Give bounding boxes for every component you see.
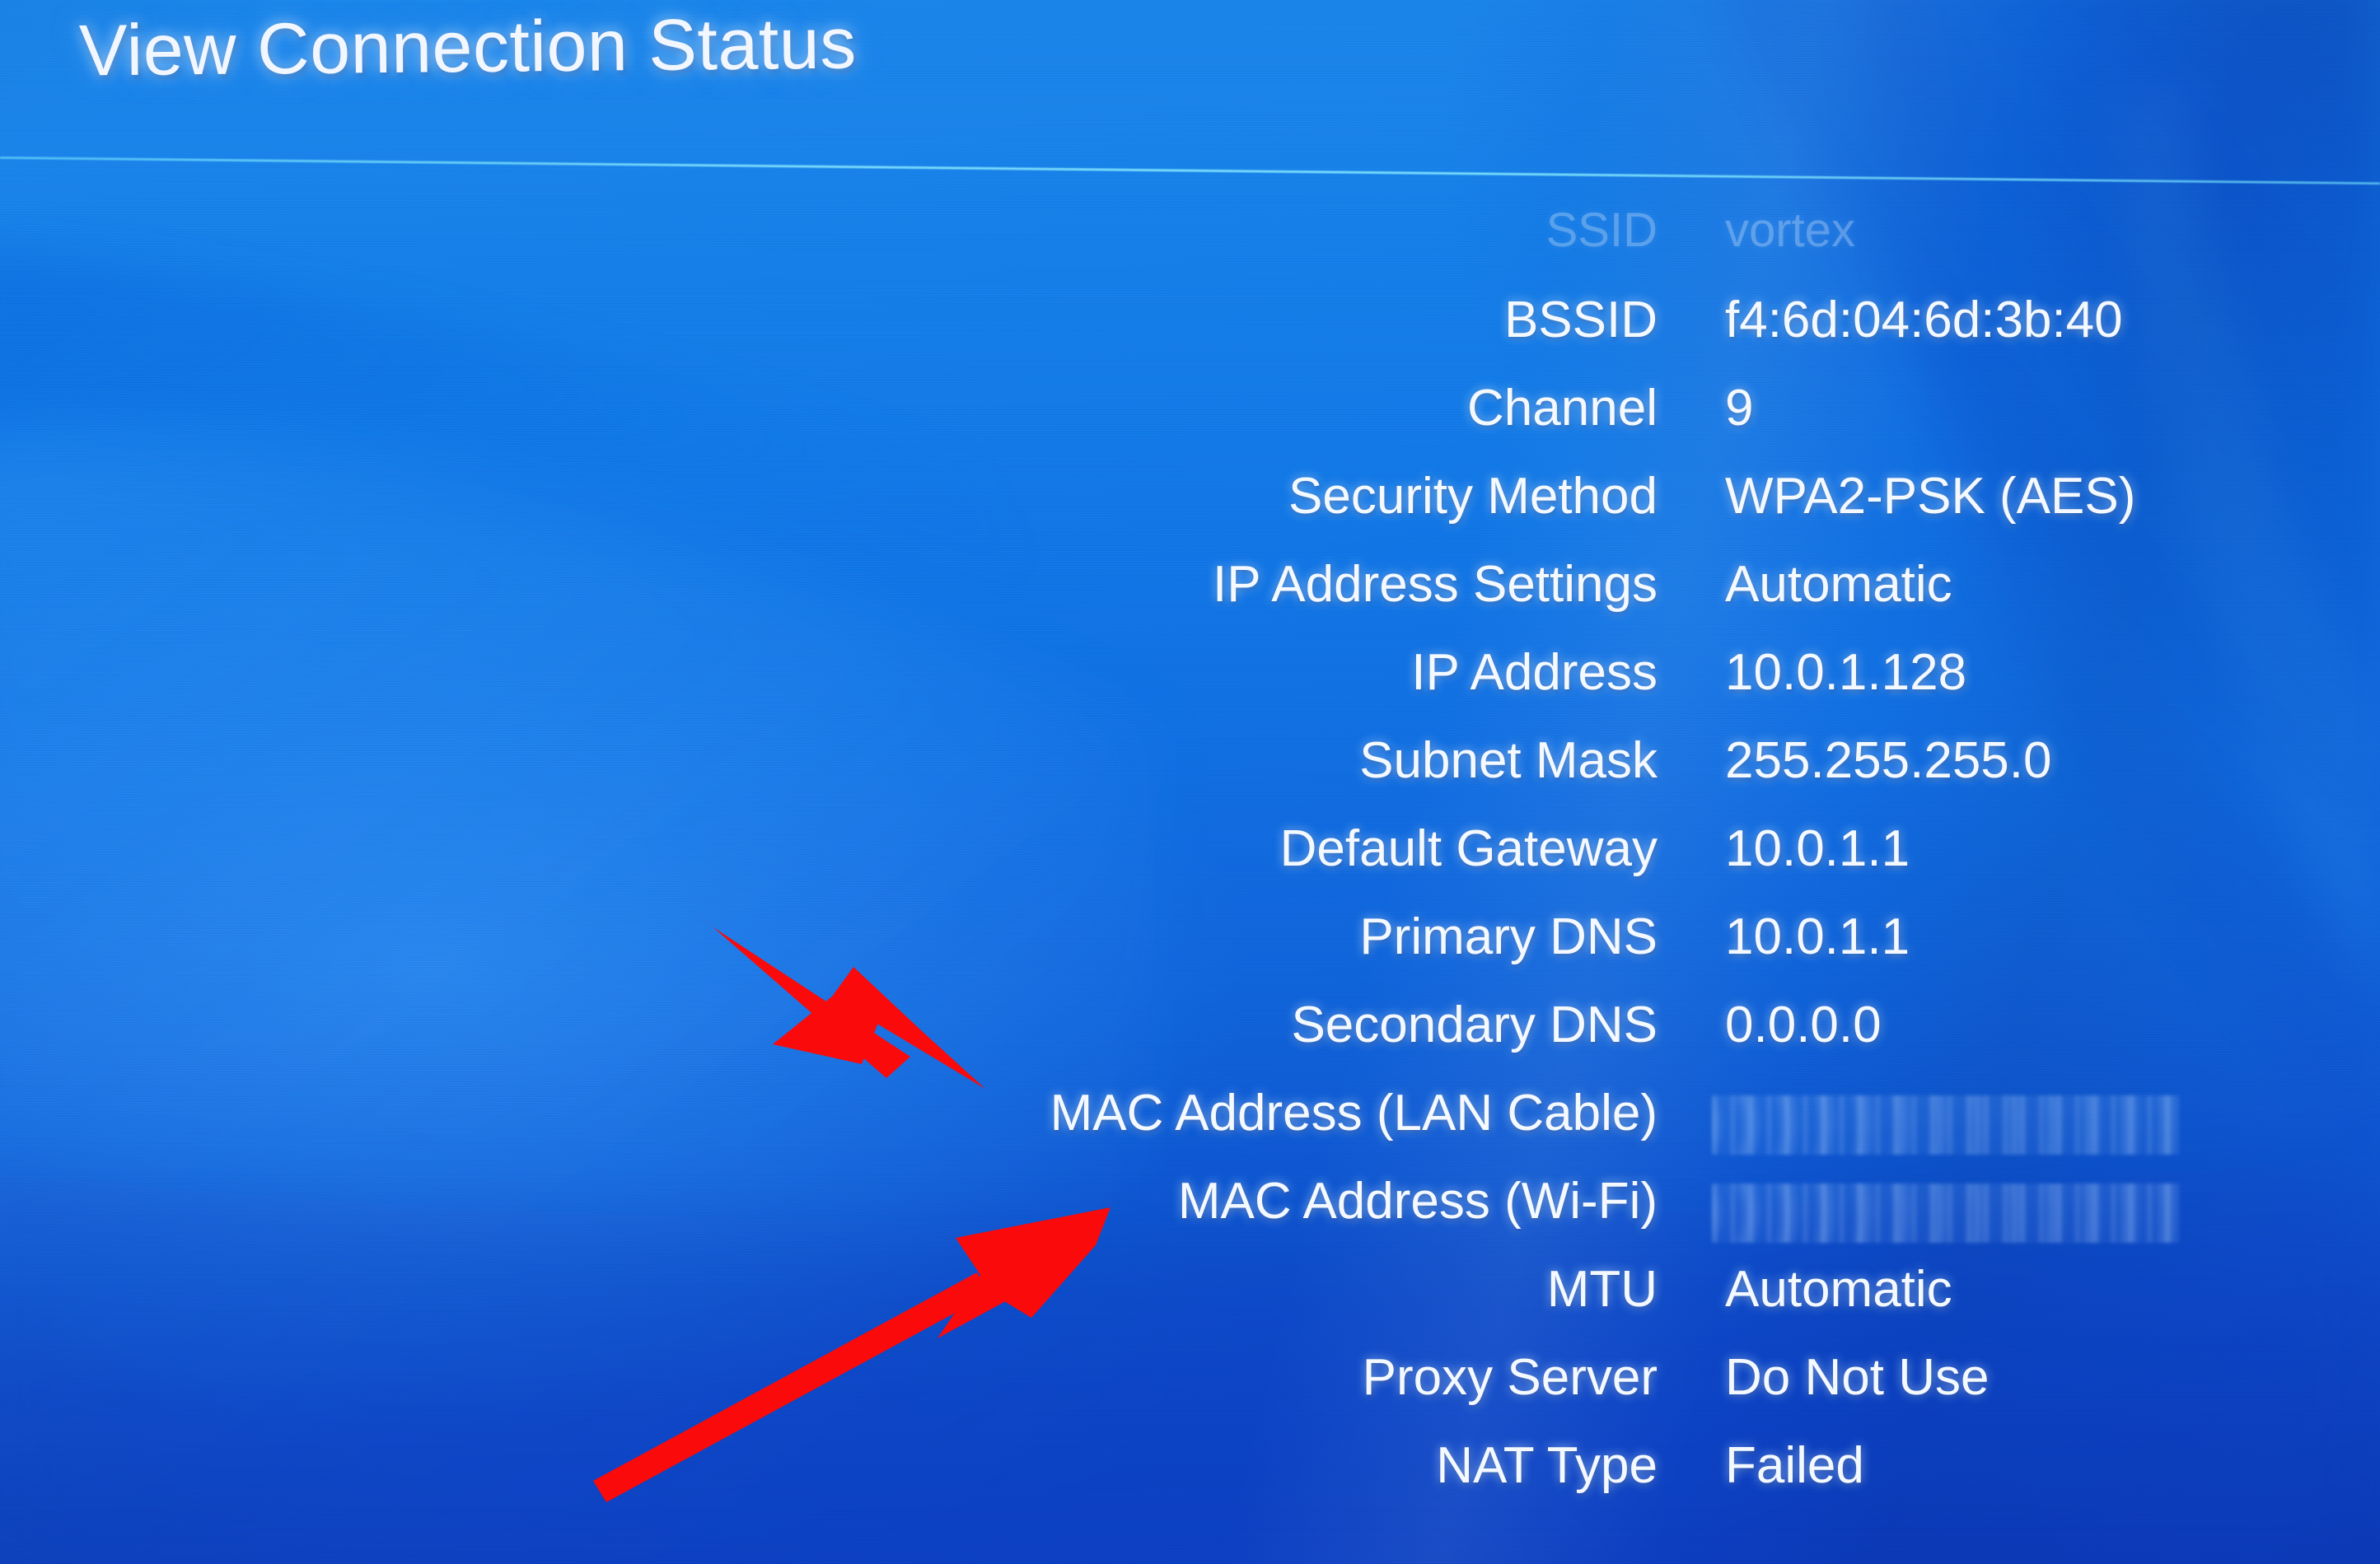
info-row-value: 10.0.1.1 — [1725, 820, 1910, 877]
info-row-label: Channel — [1467, 380, 1658, 437]
info-row: Subnet Mask 255.255.255.0 — [0, 731, 2380, 819]
info-row: Secondary DNS 0.0.0.0 — [0, 996, 2380, 1084]
info-row: Channel 9 — [0, 379, 2380, 467]
info-row-value: 255.255.255.0 — [1725, 732, 2052, 789]
info-row-value: f4:6d:04:6d:3b:40 — [1725, 292, 2123, 348]
info-row-value: WPA2-PSK (AES) — [1725, 468, 2136, 525]
page-title: View Connection Status — [78, 2, 858, 91]
info-row: IP Address Settings Automatic — [0, 555, 2380, 643]
info-row-value: Automatic — [1725, 556, 1952, 613]
info-row-label: Proxy Server — [1362, 1349, 1658, 1406]
info-row-value: Do Not Use — [1725, 1349, 1990, 1406]
info-row-value: vortex — [1725, 203, 1855, 257]
info-row-label: SSID — [1545, 203, 1658, 257]
connection-info-table: SSID vortex BSSID f4:6d:04:6d:3b:40 Channel 9… — [0, 203, 2380, 1524]
info-row: Security Method WPA2-PSK (AES) — [0, 467, 2380, 555]
ps4-connection-status-screen: View Connection Status SSID vortex BSSID f4… — [0, 0, 2380, 1564]
info-row: BSSID f4:6d:04:6d:3b:40 — [0, 291, 2380, 379]
info-row-value: Failed — [1725, 1437, 1864, 1494]
info-row-label: Primary DNS — [1359, 908, 1658, 965]
info-row: IP Address 10.0.1.128 — [0, 643, 2380, 731]
info-row-value: Automatic — [1725, 1261, 1952, 1318]
info-row: MAC Address (LAN Cable) — [0, 1084, 2380, 1172]
redacted-mac-address-value — [1712, 1184, 2180, 1243]
info-row-value: 10.0.1.128 — [1725, 644, 1967, 701]
info-row-label: Subnet Mask — [1359, 732, 1658, 789]
info-row-label: MAC Address (LAN Cable) — [1050, 1085, 1658, 1141]
info-row-label: BSSID — [1503, 292, 1658, 348]
info-row: Primary DNS 10.0.1.1 — [0, 908, 2380, 996]
info-row: MAC Address (Wi-Fi) — [0, 1172, 2380, 1260]
info-row-value: 10.0.1.1 — [1725, 908, 1910, 965]
redacted-mac-address-value — [1712, 1095, 2180, 1155]
info-row: SSID vortex — [0, 203, 2380, 291]
info-row-value: 9 — [1725, 380, 1754, 437]
info-row: MTU Automatic — [0, 1260, 2380, 1348]
info-row-label: Secondary DNS — [1291, 997, 1658, 1053]
info-row-value: 0.0.0.0 — [1725, 997, 1882, 1053]
info-row-label: MAC Address (Wi-Fi) — [1177, 1173, 1658, 1230]
info-row-label: Default Gateway — [1279, 820, 1658, 877]
info-row-label: NAT Type — [1436, 1437, 1658, 1494]
info-row: Proxy Server Do Not Use — [0, 1348, 2380, 1436]
info-row-label: IP Address — [1411, 644, 1658, 701]
info-row-label: Security Method — [1288, 468, 1658, 525]
info-row-label: IP Address Settings — [1213, 556, 1658, 613]
info-row: Default Gateway 10.0.1.1 — [0, 819, 2380, 908]
info-row-label: MTU — [1546, 1261, 1658, 1318]
info-row: NAT Type Failed — [0, 1436, 2380, 1524]
